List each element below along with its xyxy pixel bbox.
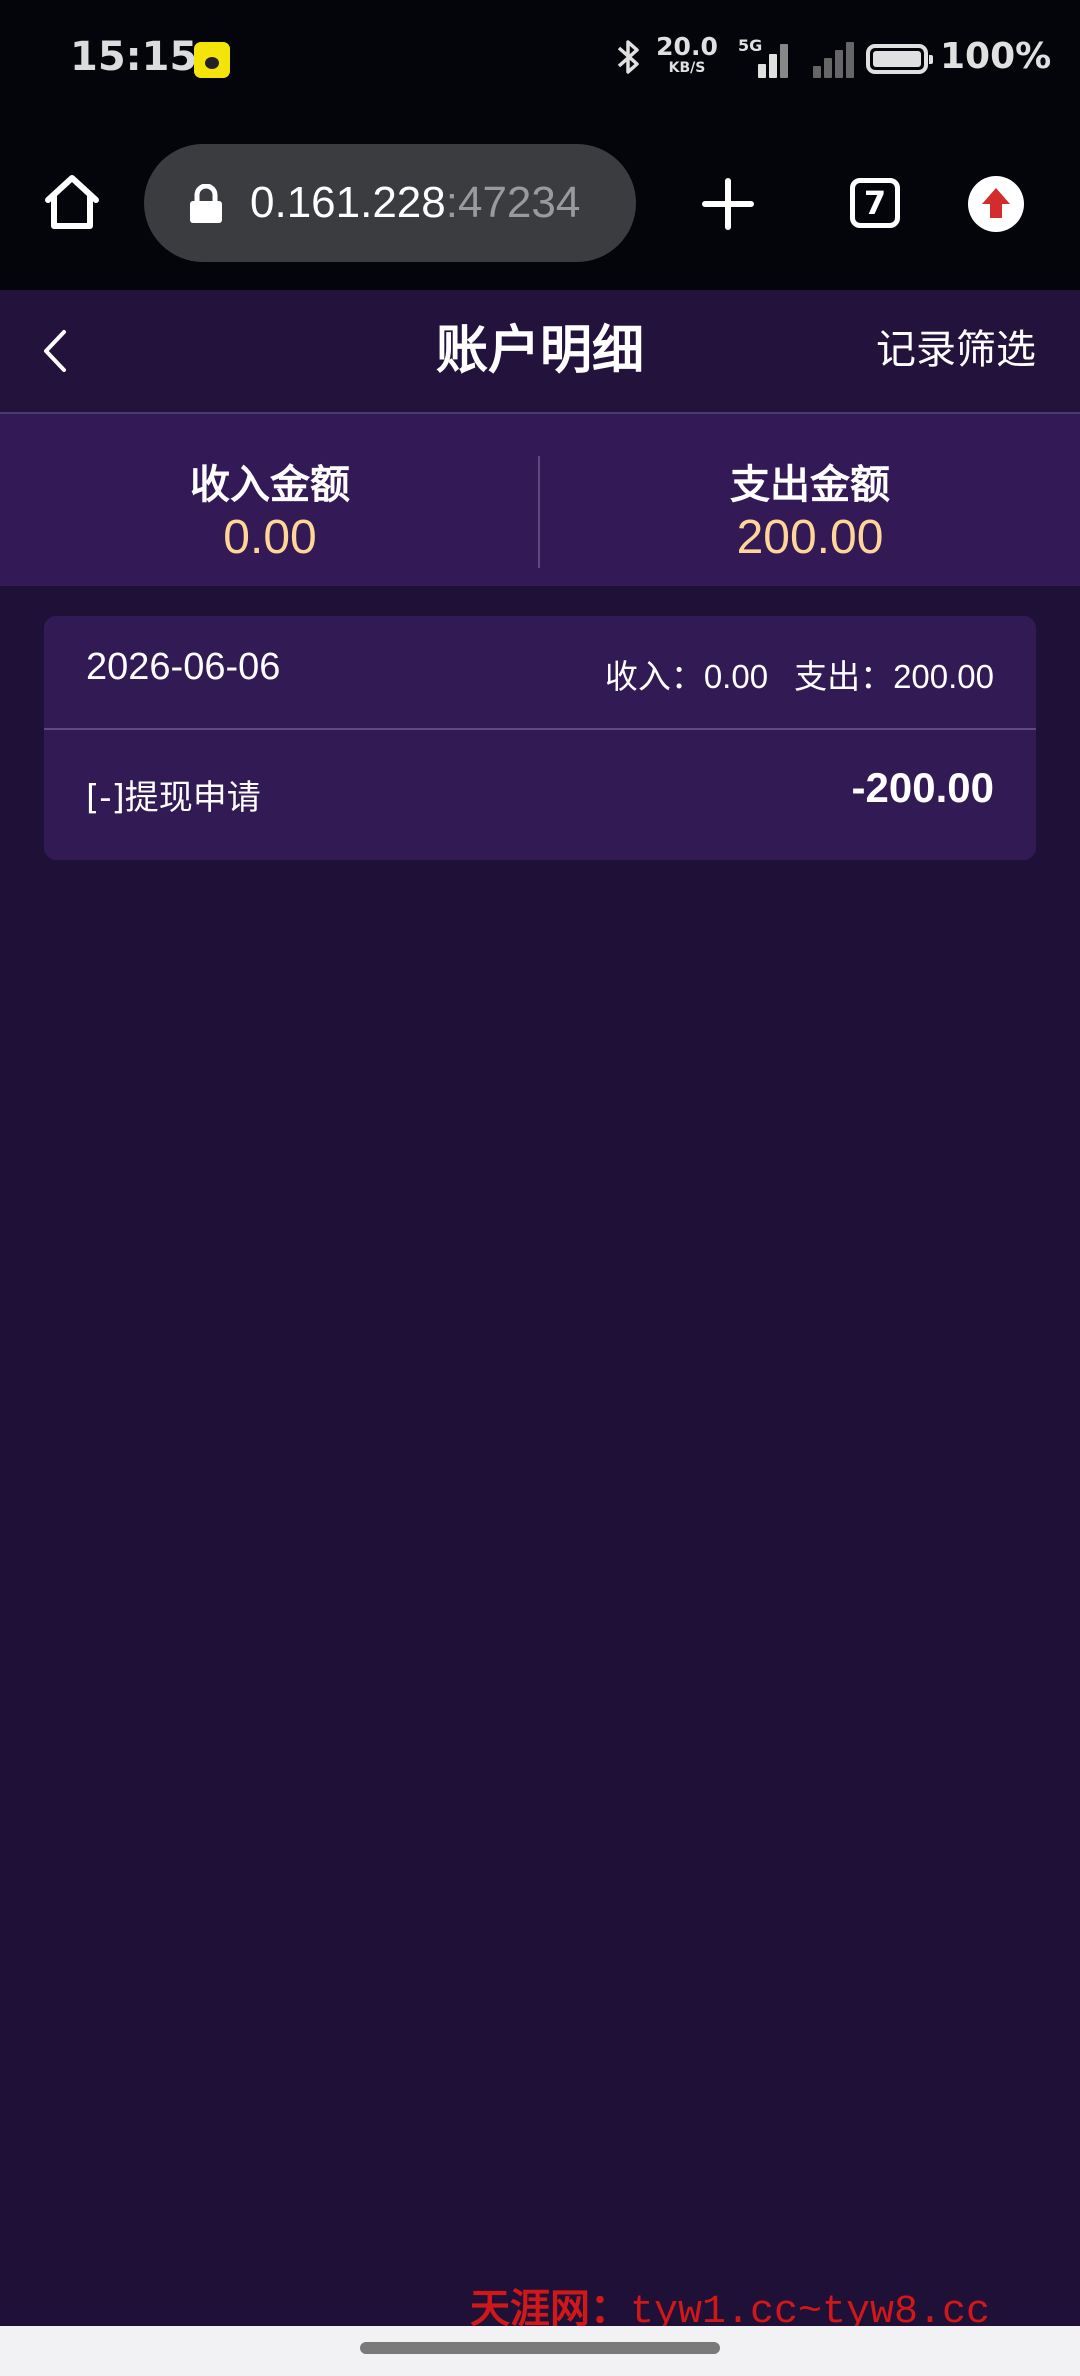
arrow-up-icon[interactable] [968,176,1024,232]
income-value: 0.00 [223,511,317,564]
status-time: 15:15 [70,34,198,80]
record-item-label: [-]提现申请 [86,778,261,818]
signal-strength-icon [728,38,788,78]
record-expense-total: 支出：200.00 [794,658,994,695]
system-navigation-bar [0,2326,1080,2376]
record-income-total: 收入：0.00 [604,658,769,695]
app-notification-icon [194,42,230,78]
url-host: 0.161.228 [250,178,446,227]
record-totals: 收入：0.00 支出：200.00 [605,650,994,698]
balance-summary: 收入金额 0.00 支出金额 200.00 [0,414,1080,586]
record-filter-button[interactable]: 记录筛选 [876,324,1036,376]
home-icon[interactable] [40,170,104,234]
record-card-header: 2026-06-06 收入：0.00 支出：200.00 [44,616,1036,730]
expense-summary: 支出金额 200.00 [540,414,1080,586]
signal-strength-secondary-icon [805,38,855,78]
network-speed: 20.0 KB/S [656,34,718,94]
watermark-name: 天涯网： [470,2285,630,2332]
browser-toolbar: 0.161.228:47234 7 [0,118,1080,290]
home-indicator[interactable] [360,2342,720,2354]
address-bar[interactable]: 0.161.228:47234 [144,144,636,262]
status-bar: 15:15 20.0 KB/S 5G 100% [0,0,1080,118]
page-header: 账户明细 记录筛选 [0,290,1080,414]
battery-percent: 100% [940,36,1052,77]
lock-icon [188,183,224,224]
income-summary: 收入金额 0.00 [0,414,540,586]
record-card: 2026-06-06 收入：0.00 支出：200.00 [-]提现申请 -200… [44,616,1036,860]
expense-label: 支出金额 [730,462,890,508]
speed-value: 20.0 [656,32,718,61]
plus-icon[interactable] [702,178,754,230]
record-item-amount: -200.00 [851,764,994,811]
url-text: 0.161.228:47234 [250,178,580,228]
record-date: 2026-06-06 [86,646,281,688]
bluetooth-icon [615,36,643,96]
expense-value: 200.00 [736,511,884,564]
url-port: :47234 [445,178,581,227]
speed-unit: KB/S [668,60,706,76]
battery-icon [866,44,933,74]
income-label: 收入金额 [190,462,350,508]
tab-switcher-button[interactable]: 7 [850,178,900,228]
